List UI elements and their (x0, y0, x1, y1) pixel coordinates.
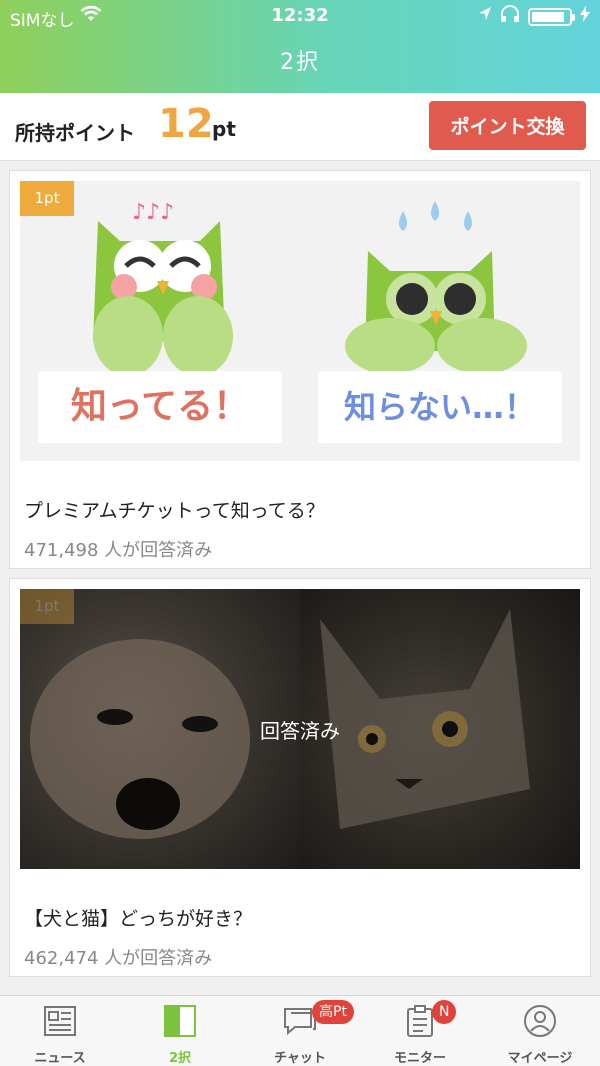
app-header: SIMなし 12:32 2択 (0, 0, 600, 93)
point-exchange-button[interactable]: ポイント交換 (429, 101, 586, 150)
happy-owl-icon: ♪♪♪ (93, 200, 233, 376)
answer-count: 462,474 人が回答済み (24, 948, 213, 969)
tab-bar: ニュース 2択 高Pt チャット N モニター マイページ (0, 995, 600, 1066)
answered-label: 回答済み (260, 719, 340, 743)
question-image: ♪♪♪ 知ってる！ 知らない…！ 1pt (20, 181, 580, 461)
tab-monitor[interactable]: N モニター (360, 996, 480, 1066)
two-choice-icon (163, 1004, 197, 1038)
location-icon (478, 6, 492, 27)
battery-icon (528, 7, 575, 26)
tab-label: 2択 (168, 1051, 192, 1066)
option-dont-know[interactable]: 知らない…！ (318, 371, 562, 443)
headphones-icon (500, 5, 520, 28)
question-image: 1pt 回答済み (20, 589, 580, 869)
question-text: 【犬と猫】どっちが好き？ (24, 908, 253, 930)
points-bar: 所持ポイント 12 pt ポイント交換 (0, 93, 600, 161)
question-text: プレミアムチケットって知ってる？ (24, 500, 325, 522)
charging-icon (580, 6, 590, 27)
tab-mypage[interactable]: マイページ (480, 996, 600, 1066)
page-title: 2択 (280, 50, 320, 75)
tab-label: モニター (393, 1051, 446, 1066)
tab-chat[interactable]: 高Pt チャット (240, 996, 360, 1066)
tab-two-choice[interactable]: 2択 (120, 996, 240, 1066)
tab-label: ニュース (34, 1051, 86, 1066)
tab-label: チャット (274, 1051, 326, 1066)
chat-badge: 高Pt (312, 1000, 354, 1024)
tab-label: マイページ (507, 1051, 573, 1066)
worried-owl-icon (345, 201, 527, 374)
answer-count: 471,498 人が回答済み (24, 540, 213, 561)
points-unit: pt (212, 117, 236, 141)
tab-news[interactable]: ニュース (0, 996, 120, 1066)
news-icon (43, 1004, 77, 1038)
status-bar: SIMなし 12:32 (0, 0, 600, 34)
points-label: 所持ポイント (15, 121, 135, 145)
option-know[interactable]: 知ってる！ (38, 371, 282, 443)
svg-text:♪♪♪: ♪♪♪ (132, 200, 174, 225)
profile-icon (523, 1004, 557, 1038)
point-tag: 1pt (20, 181, 74, 216)
question-card[interactable]: ♪♪♪ 知ってる！ 知らない…！ 1pt プレミアムチケットって知ってる？ 47… (9, 170, 591, 569)
monitor-badge: N (432, 1000, 457, 1024)
points-value: 12 (158, 101, 214, 147)
point-tag: 1pt (20, 589, 74, 624)
question-card[interactable]: 1pt 回答済み 【犬と猫】どっちが好き？ 462,474 人が回答済み (9, 578, 591, 977)
